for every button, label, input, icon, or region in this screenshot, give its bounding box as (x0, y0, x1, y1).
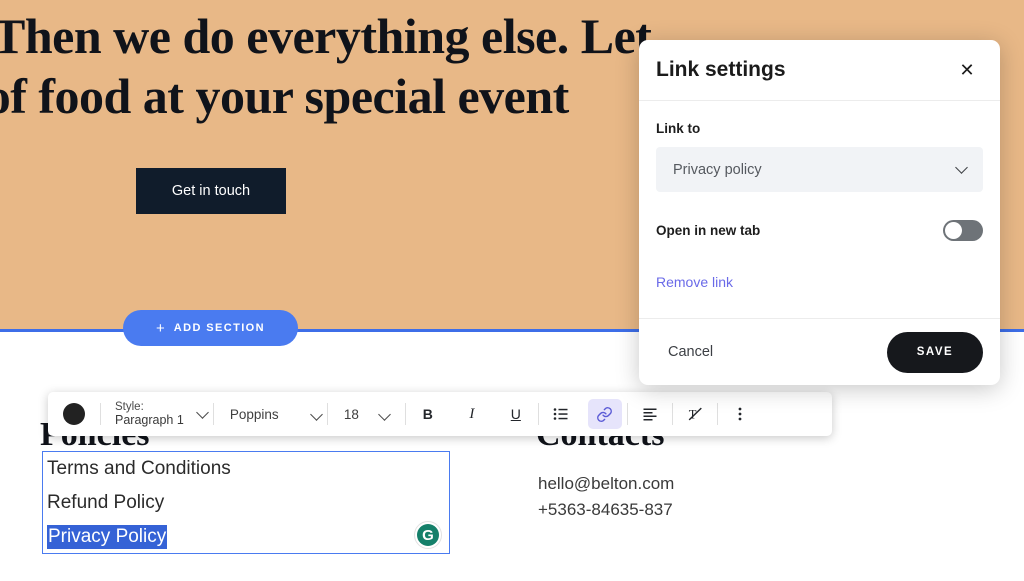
underline-icon: U (510, 406, 521, 422)
get-in-touch-button[interactable]: Get in touch (136, 168, 286, 214)
style-value: Paragraph 1 (115, 413, 184, 427)
link-settings-dialog: Link settings ✕ Link to Privacy policy O… (639, 40, 1000, 385)
chevron-down-icon (309, 407, 323, 421)
underline-button[interactable]: U (499, 399, 533, 429)
policy-link-privacy-selected[interactable]: Privacy Policy (47, 525, 168, 549)
toolbar-divider (671, 403, 673, 425)
link-icon (597, 406, 613, 422)
paragraph-style-text: Style: Paragraph 1 (115, 401, 184, 427)
bold-button[interactable]: B (411, 399, 445, 429)
font-size-dropdown[interactable]: 18 (328, 407, 395, 422)
contact-email[interactable]: hello@belton.com (538, 474, 674, 494)
italic-icon: I (469, 405, 475, 422)
plus-icon: + (156, 319, 165, 337)
selected-text: Privacy Policy (47, 525, 168, 549)
bold-icon: B (422, 406, 433, 422)
color-swatch-icon (63, 403, 85, 425)
close-icon[interactable]: ✕ (954, 57, 980, 83)
grammarly-glyph: G (417, 524, 439, 546)
dialog-body: Link to Privacy policy Open in new tab R… (639, 101, 1000, 318)
more-options-button[interactable] (723, 399, 757, 429)
dialog-title: Link settings (656, 58, 786, 81)
toolbar-divider (537, 403, 539, 425)
cancel-button[interactable]: Cancel (656, 336, 725, 368)
policy-links-textbox[interactable]: Terms and Conditions Refund Policy Priva… (42, 451, 450, 554)
bulleted-list-icon (553, 408, 568, 420)
chevron-down-icon (195, 405, 209, 419)
toggle-knob (945, 221, 962, 239)
font-family-dropdown[interactable]: Poppins (214, 407, 327, 422)
text-formatting-toolbar: Style: Paragraph 1 Poppins 18 B I U T (48, 392, 832, 436)
bulleted-list-button[interactable] (544, 399, 578, 429)
save-button[interactable]: SAVE (887, 331, 983, 373)
add-section-label: ADD SECTION (173, 322, 265, 334)
style-label: Style: (115, 401, 144, 413)
font-family-value: Poppins (229, 406, 279, 422)
policy-link-refund[interactable]: Refund Policy (47, 492, 164, 514)
contact-phone[interactable]: +5363-84635-837 (538, 500, 673, 520)
dialog-header: Link settings ✕ (639, 40, 1000, 101)
link-to-value: Privacy policy (673, 161, 762, 178)
more-vertical-icon (738, 407, 742, 421)
link-to-select[interactable]: Privacy policy (656, 147, 983, 192)
dialog-footer: Cancel SAVE (639, 318, 1000, 385)
text-color-picker[interactable] (48, 403, 100, 425)
clear-formatting-button[interactable]: T (678, 399, 712, 429)
open-new-tab-label: Open in new tab (656, 222, 761, 238)
paragraph-style-dropdown[interactable]: Style: Paragraph 1 (101, 392, 213, 436)
toolbar-icon-group: B I U T (406, 392, 762, 436)
policy-link-terms[interactable]: Terms and Conditions (47, 458, 231, 480)
link-to-label: Link to (656, 121, 701, 136)
toolbar-divider (716, 403, 718, 425)
font-size-value: 18 (343, 406, 359, 422)
open-new-tab-toggle[interactable] (943, 219, 983, 241)
clear-formatting-icon: T (688, 408, 702, 422)
add-section-button[interactable]: + ADD SECTION (123, 310, 298, 346)
open-new-tab-row: Open in new tab (656, 217, 983, 243)
remove-link-button[interactable]: Remove link (656, 274, 733, 290)
grammarly-icon[interactable]: G (414, 521, 442, 549)
link-button[interactable] (587, 399, 622, 429)
toolbar-divider (626, 403, 628, 425)
align-left-icon (643, 408, 657, 421)
screen: Then we do everything else. Let e of foo… (0, 0, 1024, 581)
hero-headline-line-1: Then we do everything else. Let (0, 8, 652, 64)
align-button[interactable] (633, 399, 667, 429)
italic-button[interactable]: I (455, 399, 489, 429)
chevron-down-icon (955, 160, 968, 174)
chevron-down-icon (377, 407, 391, 421)
